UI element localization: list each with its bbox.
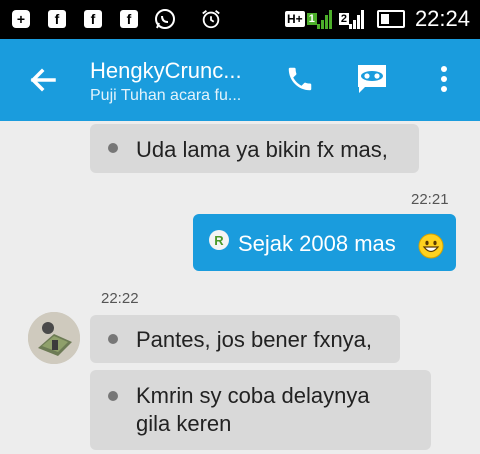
contact-status: Puji Tuhan acara fu... xyxy=(90,87,242,104)
status-time: 22:24 xyxy=(414,6,470,31)
sim2-signal-icon xyxy=(348,9,365,29)
battery-icon xyxy=(376,10,405,28)
message-text: Pantes, jos bener fxnya, xyxy=(136,327,373,352)
message-incoming[interactable]: Uda lama ya bikin fx mas, xyxy=(90,124,419,173)
avatar-image xyxy=(28,312,80,364)
status-bar: + f f f H+ 1 2 22:24 xyxy=(0,0,480,39)
facebook-icon: f xyxy=(118,8,140,30)
message-timestamp: 22:22 xyxy=(101,290,139,307)
sim2-label: 2 xyxy=(338,13,349,25)
call-button[interactable] xyxy=(280,59,320,99)
message-outgoing[interactable]: R Sejak 2008 mas xyxy=(193,214,456,271)
contact-avatar[interactable] xyxy=(28,312,80,364)
message-incoming[interactable]: Pantes, jos bener fxnya, xyxy=(90,315,400,363)
bullet-dot xyxy=(108,143,118,153)
overflow-menu-button[interactable] xyxy=(424,59,464,99)
message-text-line-2: gila keren xyxy=(136,411,232,436)
whatsapp-icon xyxy=(154,8,176,30)
sim1-label: 1 xyxy=(306,13,317,25)
contact-name: HengkyCrunc... xyxy=(90,58,242,83)
video-chat-button[interactable] xyxy=(352,59,392,99)
network-type-label: H+ xyxy=(285,11,305,27)
notification-icons: + f f f xyxy=(10,8,236,30)
plus-box-icon: + xyxy=(10,8,32,30)
bullet-dot xyxy=(108,391,118,401)
message-incoming[interactable]: Kmrin sy coba delaynya gila keren xyxy=(90,370,431,450)
phone-icon xyxy=(288,67,312,91)
facebook-icon: f xyxy=(46,8,68,30)
sim1-signal-icon xyxy=(316,9,333,29)
facebook-icon: f xyxy=(82,8,104,30)
message-text: Sejak 2008 mas xyxy=(238,231,396,256)
message-timestamp: 22:21 xyxy=(411,191,449,208)
grinning-emoji-icon xyxy=(418,233,444,259)
message-text: Uda lama ya bikin fx mas, xyxy=(136,137,388,162)
app-bar: HengkyCrunc... Puji Tuhan acara fu... xyxy=(0,39,480,121)
message-text-line-1: Kmrin sy coba delaynya xyxy=(136,383,370,408)
r-badge-icon: R xyxy=(209,230,229,250)
alarm-icon xyxy=(200,8,222,30)
system-indicators: H+ 1 2 22:24 xyxy=(285,6,470,32)
more-vert-icon xyxy=(441,66,447,92)
bullet-dot xyxy=(108,334,118,344)
arrow-back-icon xyxy=(30,68,56,92)
conversation-title[interactable]: HengkyCrunc... Puji Tuhan acara fu... xyxy=(90,57,270,107)
back-button[interactable] xyxy=(24,61,62,99)
mask-chat-icon xyxy=(358,65,386,93)
